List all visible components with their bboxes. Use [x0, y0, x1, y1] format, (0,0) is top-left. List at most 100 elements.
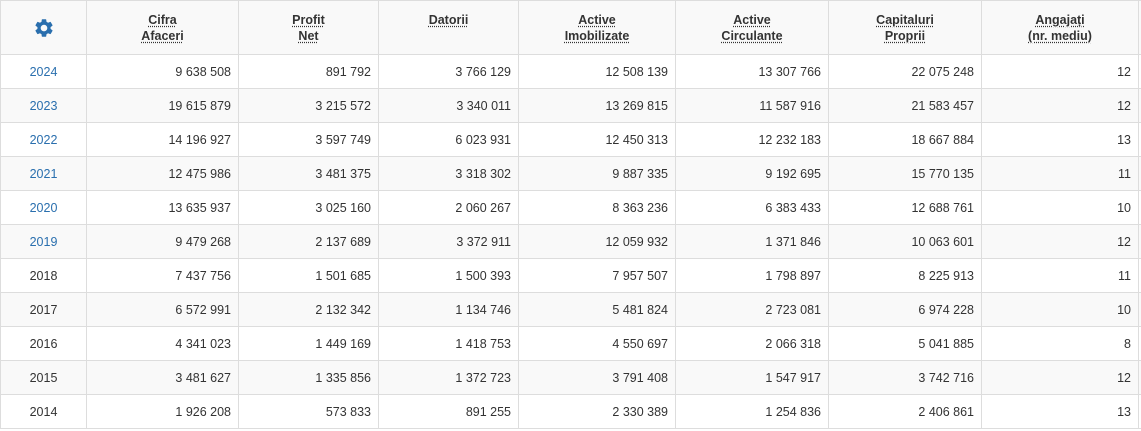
value-cell: 21 583 457 [828, 88, 982, 123]
value-cell: 1 547 917 [675, 360, 829, 395]
table-row: 2017 6 572 991 2 132 342 1 134 746 5 481 824… [0, 292, 1141, 327]
year-cell[interactable]: 2023 [0, 88, 87, 123]
value-cell: 4 550 697 [518, 326, 676, 361]
value-cell: 22 075 248 [828, 54, 982, 89]
value-cell: 12 450 313 [518, 122, 676, 157]
value-cell: 13 [981, 394, 1139, 429]
value-cell: 2 723 081 [675, 292, 829, 327]
value-cell: 13 269 815 [518, 88, 676, 123]
value-cell: 8 225 913 [828, 258, 982, 293]
value-cell: 3 372 911 [378, 224, 519, 259]
value-cell: 1 798 897 [675, 258, 829, 293]
value-cell: 12 [981, 224, 1139, 259]
year-cell: 2016 [0, 326, 87, 361]
value-cell: 8 [981, 326, 1139, 361]
value-cell: 3 481 375 [238, 156, 379, 191]
value-cell: 11 587 916 [675, 88, 829, 123]
col-header-cifra-afaceri[interactable]: Cifra Afaceri [86, 0, 239, 55]
value-cell: 9 192 695 [675, 156, 829, 191]
value-cell: 12 [981, 360, 1139, 395]
value-cell: 1 335 856 [238, 360, 379, 395]
value-cell: 6 023 931 [378, 122, 519, 157]
value-cell: 7 957 507 [518, 258, 676, 293]
value-cell: 6 974 228 [828, 292, 982, 327]
col-header-datorii[interactable]: Datorii [378, 0, 519, 55]
value-cell: 9 638 508 [86, 54, 239, 89]
settings-header-cell [0, 0, 87, 55]
value-cell: 1 254 836 [675, 394, 829, 429]
value-cell: 10 [981, 190, 1139, 225]
col-header-line2: Imobilizate [564, 28, 630, 43]
year-cell[interactable]: 2024 [0, 54, 87, 89]
value-cell: 891 255 [378, 394, 519, 429]
year-cell[interactable]: 2021 [0, 156, 87, 191]
year-cell: 2015 [0, 360, 87, 395]
col-header-line1: Profit [292, 12, 325, 27]
year-cell: 2014 [0, 394, 87, 429]
year-cell[interactable]: 2019 [0, 224, 87, 259]
value-cell: 13 [981, 122, 1139, 157]
year-cell: 2018 [0, 258, 87, 293]
value-cell: 3 481 627 [86, 360, 239, 395]
col-header-line2: Afaceri [141, 28, 184, 43]
value-cell: 3 318 302 [378, 156, 519, 191]
value-cell: 891 792 [238, 54, 379, 89]
value-cell: 3 597 749 [238, 122, 379, 157]
value-cell: 12 508 139 [518, 54, 676, 89]
value-cell: 6 383 433 [675, 190, 829, 225]
table-row: 2023 19 615 879 3 215 572 3 340 011 13 269 8… [0, 88, 1141, 123]
col-header-angajati[interactable]: Angajați (nr. mediu) [981, 0, 1139, 55]
value-cell: 12 232 183 [675, 122, 829, 157]
value-cell: 1 418 753 [378, 326, 519, 361]
value-cell: 2 132 342 [238, 292, 379, 327]
col-header-active-imobilizate[interactable]: Active Imobilizate [518, 0, 676, 55]
value-cell: 1 500 393 [378, 258, 519, 293]
value-cell: 9 479 268 [86, 224, 239, 259]
value-cell: 3 742 716 [828, 360, 982, 395]
table-row: 2021 12 475 986 3 481 375 3 318 302 9 887 33… [0, 156, 1141, 191]
value-cell: 5 041 885 [828, 326, 982, 361]
value-cell: 1 134 746 [378, 292, 519, 327]
value-cell: 10 [981, 292, 1139, 327]
value-cell: 3 340 011 [378, 88, 519, 123]
value-cell: 3 215 572 [238, 88, 379, 123]
value-cell: 7 437 756 [86, 258, 239, 293]
col-header-profit-net[interactable]: Profit Net [238, 0, 379, 55]
value-cell: 1 371 846 [675, 224, 829, 259]
col-header-line2: Net [298, 28, 319, 43]
value-cell: 19 615 879 [86, 88, 239, 123]
value-cell: 18 667 884 [828, 122, 982, 157]
gear-icon[interactable] [33, 17, 55, 39]
table-row: 2022 14 196 927 3 597 749 6 023 931 12 450 3… [0, 122, 1141, 157]
col-header-active-circulante[interactable]: Active Circulante [675, 0, 829, 55]
value-cell: 14 196 927 [86, 122, 239, 157]
col-header-line2: (nr. mediu) [1028, 28, 1092, 43]
col-header-line1: Active [733, 12, 771, 27]
value-cell: 2 060 267 [378, 190, 519, 225]
value-cell: 2 330 389 [518, 394, 676, 429]
value-cell: 3 025 160 [238, 190, 379, 225]
header-row: Cifra Afaceri Profit Net Datorii Active Imo… [0, 0, 1141, 55]
col-header-line1: Datorii [428, 12, 469, 27]
col-header-line1: Angajați [1035, 12, 1085, 27]
col-header-line2: Circulante [721, 28, 783, 43]
value-cell: 573 833 [238, 394, 379, 429]
value-cell: 8 363 236 [518, 190, 676, 225]
value-cell: 1 926 208 [86, 394, 239, 429]
value-cell: 12 688 761 [828, 190, 982, 225]
col-header-capitaluri-proprii[interactable]: Capitaluri Proprii [828, 0, 982, 55]
value-cell: 13 635 937 [86, 190, 239, 225]
table-row: 2020 13 635 937 3 025 160 2 060 267 8 363 23… [0, 190, 1141, 225]
value-cell: 1 501 685 [238, 258, 379, 293]
year-cell[interactable]: 2022 [0, 122, 87, 157]
value-cell: 2 406 861 [828, 394, 982, 429]
col-header-line1: Capitaluri [876, 12, 934, 27]
value-cell: 3 791 408 [518, 360, 676, 395]
value-cell: 15 770 135 [828, 156, 982, 191]
value-cell: 12 [981, 54, 1139, 89]
value-cell: 3 766 129 [378, 54, 519, 89]
value-cell: 11 [981, 258, 1139, 293]
table-row: 2014 1 926 208 573 833 891 255 2 330 389 1 25… [0, 394, 1141, 429]
financial-table: Cifra Afaceri Profit Net Datorii Active Imo… [0, 0, 1141, 429]
year-cell[interactable]: 2020 [0, 190, 87, 225]
